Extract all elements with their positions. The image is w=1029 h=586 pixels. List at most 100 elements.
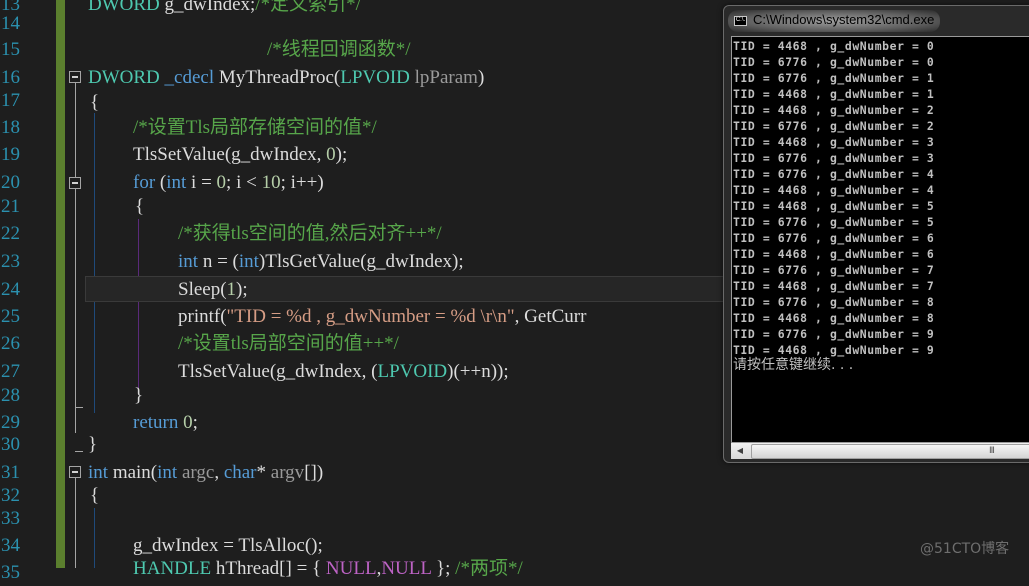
code-line: }	[88, 432, 97, 458]
horizontal-scrollbar[interactable]: ◀ III	[731, 442, 1029, 459]
code-line: TlsSetValue(g_dwIndex, 0);	[133, 142, 347, 168]
console-output[interactable]: TID = 4468 , g_dwNumber = 0 TID = 6776 ,…	[731, 36, 1029, 443]
code-line: /*获得tls空间的值,然后对齐++*/	[178, 221, 442, 247]
line-number: 30	[1, 434, 20, 455]
code-line: {	[90, 90, 99, 116]
token-comment: /*定义索引*/	[255, 0, 361, 15]
code-line: {	[90, 483, 99, 509]
token-text: };	[431, 558, 456, 579]
cmd-titlebar[interactable]: C:\. C:\Windows\system32\cmd.exe	[724, 6, 1029, 33]
scroll-grip-icon: III	[989, 446, 995, 456]
code-line: DWORD g_dwIndex;/*定义索引*/	[88, 0, 361, 18]
code-line: /*线程回调函数*/	[267, 37, 411, 63]
token-text: , GetCurr	[514, 306, 587, 327]
code-line: int n = (int)TlsGetValue(g_dwIndex);	[178, 249, 464, 275]
token-number: 1	[226, 279, 237, 300]
console-line: TID = 6776 , g_dwNumber = 7	[733, 263, 935, 277]
token-text: [])	[304, 462, 324, 483]
scroll-thumb[interactable]: III	[751, 444, 1029, 459]
token-keyword: int	[238, 251, 259, 272]
token-param: argc	[177, 462, 215, 483]
token-keyword: int	[157, 462, 178, 483]
code-line: /*设置Tls局部存储空间的值*/	[133, 115, 377, 141]
token-text: i =	[186, 172, 217, 193]
line-number: 35	[1, 562, 20, 583]
fold-end-marker	[75, 451, 83, 452]
console-line: TID = 6776 , g_dwNumber = 3	[733, 151, 935, 165]
console-line: TID = 6776 , g_dwNumber = 5	[733, 215, 935, 229]
change-tracking-bar	[56, 0, 65, 568]
code-line: DWORD _cdecl MyThreadProc(LPVOID lpParam…	[88, 65, 484, 91]
console-line: TID = 4468 , g_dwNumber = 9	[733, 343, 935, 357]
console-line: TID = 4468 , g_dwNumber = 0	[733, 39, 935, 53]
token-text: *	[256, 462, 271, 483]
console-line: TID = 6776 , g_dwNumber = 1	[733, 71, 935, 85]
press-any-key-prompt: 请按任意键继续. . .	[733, 357, 854, 373]
line-number: 19	[1, 144, 20, 165]
line-number: 15	[1, 39, 20, 60]
token-param: argv	[270, 462, 305, 483]
console-line: TID = 6776 , g_dwNumber = 0	[733, 55, 935, 69]
collapse-toggle-icon[interactable]	[69, 71, 81, 83]
token-comment: /*获得tls空间的值,然后对齐++*/	[178, 223, 442, 244]
token-comment: /*设置Tls局部存储空间的值*/	[133, 117, 377, 138]
indent-guide	[94, 113, 95, 413]
token-comment: /*线程回调函数*/	[267, 39, 411, 60]
token-text: n = (	[198, 251, 239, 272]
collapse-toggle-icon[interactable]	[69, 466, 81, 478]
code-line: HANDLE hThread[] = { NULL,NULL }; /*两项*/	[133, 556, 523, 582]
code-line: TlsSetValue(g_dwIndex, (LPVOID)(++n));	[178, 359, 509, 385]
token-number: 10	[261, 172, 281, 193]
token-string: "TID = %d , g_dwNumber = %d \r\n"	[226, 306, 515, 327]
code-line: return 0;	[133, 410, 198, 436]
token-text: (	[155, 172, 167, 193]
fold-guide-line	[75, 83, 76, 433]
token-keyword: int	[178, 251, 199, 272]
token-text: )	[477, 67, 485, 88]
token-text: g_dwIndex = TlsAlloc();	[133, 535, 323, 556]
fold-end-marker	[75, 407, 83, 408]
token-keyword: int	[166, 172, 187, 193]
console-line: TID = 4468 , g_dwNumber = 8	[733, 311, 935, 325]
token-text: g_dwIndex;	[159, 0, 256, 15]
cmd-window[interactable]: C:\. C:\Windows\system32\cmd.exe TID = 4…	[723, 5, 1029, 463]
token-text: TlsSetValue(g_dwIndex,	[133, 144, 327, 165]
line-number: 28	[1, 385, 20, 406]
line-number: 33	[1, 508, 20, 529]
code-line: for (int i = 0; i < 10; i++)	[133, 170, 324, 196]
console-line: TID = 6776 , g_dwNumber = 6	[733, 231, 935, 245]
collapse-toggle-icon[interactable]	[69, 177, 81, 189]
cmd-icon: C:\.	[734, 16, 747, 26]
cmd-window-title: C:\Windows\system32\cmd.exe	[753, 12, 935, 27]
token-text: ; i++)	[280, 172, 324, 193]
token-text: ; i <	[226, 172, 262, 193]
token-text: }	[134, 385, 144, 406]
scroll-left-arrow-icon[interactable]: ◀	[731, 443, 749, 459]
token-text: {	[90, 485, 100, 506]
fold-guide-line	[75, 478, 76, 568]
indent-guide	[94, 508, 95, 568]
token-comment: /*设置tls局部空间的值++*/	[178, 333, 399, 354]
line-number: 22	[1, 223, 20, 244]
line-number: 17	[1, 90, 20, 111]
console-line: TID = 4468 , g_dwNumber = 6	[733, 247, 935, 261]
token-text: main(	[108, 462, 158, 483]
token-type: LPVOID	[340, 67, 410, 88]
token-text: {	[90, 92, 100, 113]
line-number-gutter: 13 14 15 16 17 18 19 20 21 22 23 24 25 2…	[0, 0, 56, 583]
token-text: MyThreadProc(	[214, 67, 341, 88]
console-line: TID = 6776 , g_dwNumber = 9	[733, 327, 935, 341]
token-text: Sleep(	[178, 279, 227, 300]
console-line: TID = 6776 , g_dwNumber = 2	[733, 119, 935, 133]
token-macro: NULL	[381, 558, 432, 579]
token-number: 0	[183, 412, 193, 433]
token-type: LPVOID	[377, 361, 448, 382]
token-text: TlsSetValue(g_dwIndex, (	[178, 361, 378, 382]
token-keyword: _cdecl	[164, 67, 215, 88]
token-text: ,	[214, 462, 224, 483]
token-type: DWORD	[88, 67, 160, 88]
line-number: 24	[1, 279, 20, 300]
token-param: lpParam	[409, 67, 478, 88]
line-number: 20	[1, 172, 20, 193]
code-line: }	[134, 383, 143, 409]
